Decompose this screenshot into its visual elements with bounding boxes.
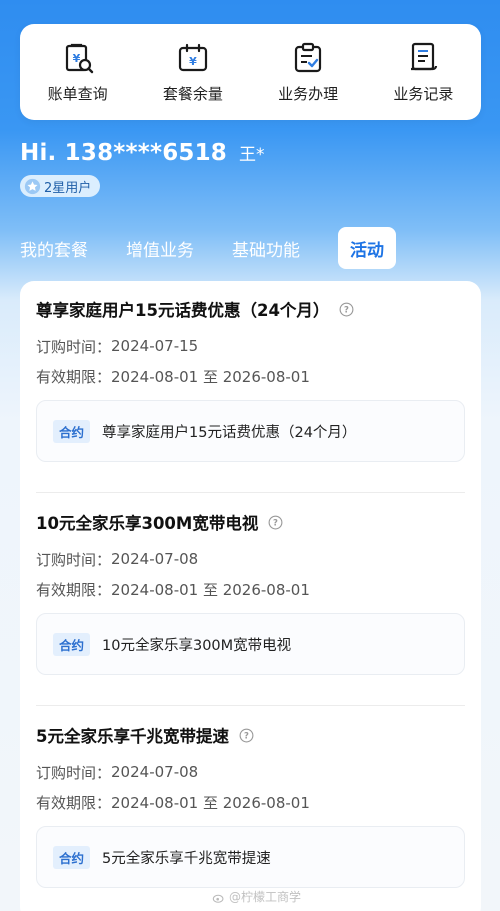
user-name: 王*: [239, 145, 265, 165]
svg-text:¥: ¥: [189, 55, 197, 68]
weibo-icon: [212, 894, 224, 903]
quick-action-label: 套餐余量: [162, 84, 223, 103]
activity-title: 5元全家乐享千兆宽带提速: [36, 727, 229, 746]
contract-name: 5元全家乐享千兆宽带提速: [102, 850, 271, 867]
quick-action-business-handle[interactable]: 业务办理: [253, 41, 363, 104]
tab-basic-functions[interactable]: 基础功能: [232, 236, 300, 261]
contract-box[interactable]: 合约 5元全家乐享千兆宽带提速: [36, 826, 465, 888]
tab-activities[interactable]: 活动: [338, 227, 396, 269]
activity-item: 10元全家乐享300M宽带电视 ? 订购时间： 2024-07-08 有效期限： 2…: [20, 508, 481, 675]
quick-action-label: 业务办理: [278, 84, 339, 103]
bill-search-icon: ¥: [65, 43, 93, 73]
quick-action-label: 业务记录: [393, 84, 454, 103]
watermark: @柠檬工商学: [212, 888, 301, 905]
star-icon: [24, 178, 41, 194]
quick-action-plan-balance[interactable]: ¥ 套餐余量: [138, 41, 248, 104]
validity-label: 有效期限：: [36, 367, 112, 386]
validity-label: 有效期限：: [36, 580, 112, 599]
validity-value: 2024-08-01 至 2026-08-01: [111, 580, 310, 599]
tab-bar: 我的套餐 增值业务 基础功能 活动: [20, 227, 480, 269]
order-time-value: 2024-07-08: [111, 763, 199, 781]
quick-action-bill-query[interactable]: ¥ 账单查询: [23, 41, 133, 104]
user-phone: Hi. 138****6518: [20, 140, 228, 166]
order-time-label: 订购时间：: [36, 337, 112, 356]
watermark-text: @柠檬工商学: [229, 890, 302, 904]
order-time-value: 2024-07-15: [111, 337, 199, 355]
order-time-value: 2024-07-08: [111, 550, 199, 568]
validity-value: 2024-08-01 至 2026-08-01: [111, 367, 310, 386]
tab-my-plan[interactable]: 我的套餐: [20, 236, 88, 261]
help-icon[interactable]: ?: [268, 515, 283, 530]
calendar-yen-icon: ¥: [178, 43, 207, 71]
order-time-label: 订购时间：: [36, 763, 112, 782]
activity-item: 5元全家乐享千兆宽带提速 ? 订购时间： 2024-07-08 有效期限： 2024…: [20, 721, 481, 888]
contract-box[interactable]: 合约 尊享家庭用户15元话费优惠（24个月）: [36, 400, 465, 462]
svg-text:?: ?: [244, 730, 249, 740]
activity-title: 尊享家庭用户15元话费优惠（24个月）: [36, 301, 330, 320]
help-icon[interactable]: ?: [239, 728, 254, 743]
contract-tag: 合约: [53, 845, 91, 869]
contract-box[interactable]: 合约 10元全家乐享300M宽带电视: [36, 613, 465, 675]
svg-text:?: ?: [344, 304, 349, 314]
user-level-label: 2星用户: [44, 180, 92, 196]
activity-item: 尊享家庭用户15元话费优惠（24个月） ? 订购时间： 2024-07-15 有效…: [20, 295, 481, 462]
activity-title: 10元全家乐享300M宽带电视: [36, 514, 259, 533]
contract-tag: 合约: [53, 632, 91, 656]
divider: [36, 705, 465, 706]
validity-value: 2024-08-01 至 2026-08-01: [111, 793, 310, 812]
validity-label: 有效期限：: [36, 793, 112, 812]
quick-action-business-record[interactable]: 业务记录: [368, 41, 478, 104]
quick-action-label: 账单查询: [47, 84, 108, 103]
clipboard-check-icon: [295, 42, 322, 72]
tab-value-added[interactable]: 增值业务: [126, 236, 194, 261]
quick-actions-card: ¥ 账单查询 ¥ 套餐余量 业务办理 业务记录: [20, 24, 481, 120]
order-time-label: 订购时间：: [36, 550, 112, 569]
help-icon[interactable]: ?: [339, 302, 354, 317]
document-record-icon: [411, 42, 438, 70]
contract-name: 10元全家乐享300M宽带电视: [102, 637, 292, 654]
user-greeting: Hi. 138****6518 王*: [20, 140, 265, 166]
divider: [36, 492, 465, 493]
user-level-badge[interactable]: 2星用户: [20, 175, 101, 197]
activity-list-card: 尊享家庭用户15元话费优惠（24个月） ? 订购时间： 2024-07-15 有效…: [20, 281, 481, 911]
svg-text:?: ?: [273, 517, 278, 527]
contract-name: 尊享家庭用户15元话费优惠（24个月）: [102, 424, 357, 441]
contract-tag: 合约: [53, 419, 91, 443]
